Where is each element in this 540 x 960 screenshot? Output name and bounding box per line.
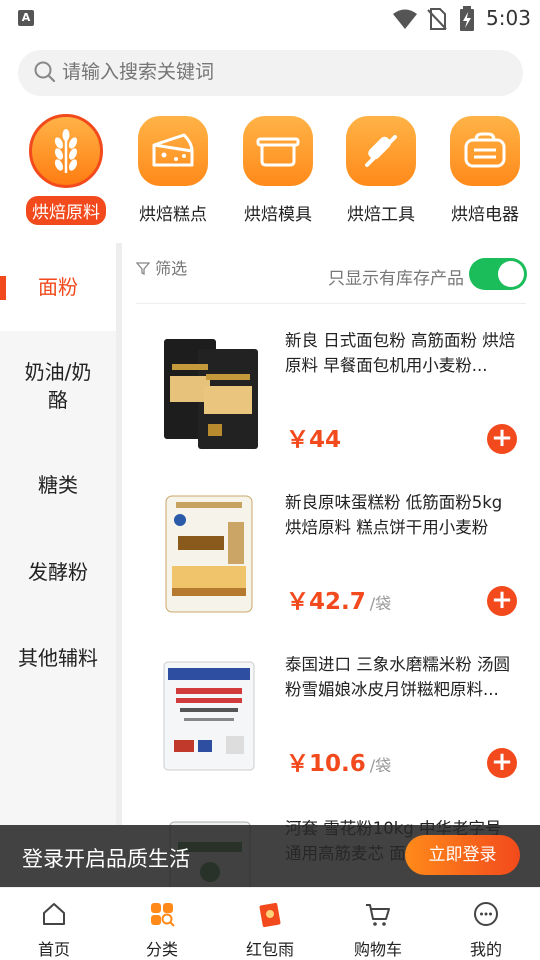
nav-label: 红包雨 <box>245 940 294 959</box>
mold-icon <box>243 116 313 186</box>
sidebar-item-label: 其他辅料 <box>18 646 98 670</box>
category-icon <box>151 903 175 927</box>
product-price: ￥44 <box>286 427 342 453</box>
divider <box>136 303 526 304</box>
rolling-pin-icon <box>346 116 416 186</box>
category-baking-molds[interactable]: 烘焙模具 <box>226 110 330 227</box>
nav-home[interactable]: 首页 <box>0 888 108 960</box>
login-button[interactable]: 立即登录 <box>405 835 520 875</box>
sidebar-item-yeast[interactable]: 发酵粉 <box>0 529 116 615</box>
category-label: 烘焙糕点 <box>139 205 207 225</box>
stock-only-toggle[interactable] <box>469 258 527 290</box>
search-icon <box>34 61 56 83</box>
status-time: 5:03 <box>486 6 531 30</box>
bottom-nav: 首页 分类 红包雨 购物车 我的 <box>0 887 540 960</box>
product-price: ￥10.6/袋 <box>286 751 392 777</box>
add-to-cart-button[interactable]: + <box>487 748 517 778</box>
sidebar-item-butter-cheese[interactable]: 奶油/奶酪 <box>0 331 116 441</box>
sidebar-divider <box>116 243 122 825</box>
search-bar[interactable] <box>18 50 523 96</box>
category-label: 烘焙工具 <box>347 205 415 225</box>
wheat-icon <box>29 114 103 188</box>
product-image-rice-flour <box>163 661 255 771</box>
product-price: ￥42.7/袋 <box>286 589 392 615</box>
login-banner: 登录开启品质生活 立即登录 <box>0 825 540 887</box>
product-title: 泰国进口 三象水磨糯米粉 汤圆粉雪媚娘冰皮月饼糍粑原料... <box>285 655 510 699</box>
category-baking-tools[interactable]: 烘焙工具 <box>329 110 433 227</box>
wifi-icon <box>393 9 417 29</box>
no-sim-icon <box>427 8 447 30</box>
sidebar-item-label: 糖类 <box>38 473 78 497</box>
product-title: 新良原味蛋糕粉 低筋面粉5kg 烘焙原料 糕点饼干用小麦粉 <box>285 493 503 537</box>
sidebar-item-label: 发酵粉 <box>28 560 88 584</box>
red-envelope-icon <box>259 902 281 928</box>
sidebar-item-label: 面粉 <box>38 275 78 299</box>
login-banner-text: 登录开启品质生活 <box>22 847 190 871</box>
sidebar-item-label: 奶油/奶酪 <box>24 360 92 412</box>
filter-icon <box>135 262 151 276</box>
product-card[interactable]: 新良原味蛋糕粉 低筋面粉5kg 烘焙原料 糕点饼干用小麦粉 ￥42.7/袋 + <box>136 470 526 630</box>
nav-category[interactable]: 分类 <box>108 888 216 960</box>
product-card[interactable]: 泰国进口 三象水磨糯米粉 汤圆粉雪媚娘冰皮月饼糍粑原料... ￥10.6/袋 + <box>136 632 526 792</box>
nav-label: 分类 <box>145 940 178 959</box>
status-bar: A 5:03 <box>0 0 540 38</box>
profile-icon <box>474 902 498 926</box>
battery-charging-icon <box>460 6 474 31</box>
nav-label: 首页 <box>37 940 70 959</box>
category-label: 烘焙原料 <box>26 196 106 225</box>
add-to-cart-button[interactable]: + <box>487 424 517 454</box>
filter-label: 筛选 <box>155 259 188 278</box>
subcategory-sidebar: 面粉 奶油/奶酪 糖类 发酵粉 其他辅料 <box>0 243 116 825</box>
product-image-cake-flour <box>165 495 253 613</box>
nav-profile[interactable]: 我的 <box>432 888 540 960</box>
product-card[interactable]: 新良 日式面包粉 高筋面粉 烘焙原料 早餐面包机用小麦粉... ￥44 + <box>136 308 526 468</box>
nav-label: 购物车 <box>353 940 402 959</box>
sidebar-item-flour[interactable]: 面粉 <box>0 243 116 331</box>
sidebar-item-sugar[interactable]: 糖类 <box>0 441 116 529</box>
category-baking-pastry[interactable]: 烘焙糕点 <box>121 110 225 227</box>
category-label: 烘焙模具 <box>244 205 312 225</box>
stock-only-label: 只显示有库存产品 <box>328 269 464 289</box>
cart-icon <box>366 904 390 926</box>
category-label: 烘焙电器 <box>451 205 519 225</box>
category-baking-appliances[interactable]: 烘焙电器 <box>433 110 537 227</box>
product-image-bread-flour <box>164 339 258 449</box>
category-baking-ingredients[interactable]: 烘焙原料 <box>14 110 118 225</box>
product-unit: /袋 <box>369 756 392 775</box>
add-to-cart-button[interactable]: + <box>487 586 517 616</box>
nav-red-envelope[interactable]: 红包雨 <box>216 888 324 960</box>
notification-icon: A <box>18 10 34 26</box>
sidebar-item-other[interactable]: 其他辅料 <box>0 615 116 701</box>
nav-cart[interactable]: 购物车 <box>324 888 432 960</box>
filter-button[interactable]: 筛选 <box>135 255 188 279</box>
product-unit: /袋 <box>369 594 392 613</box>
toaster-icon <box>450 116 520 186</box>
active-indicator <box>0 276 6 300</box>
toggle-knob <box>498 261 524 287</box>
nav-label: 我的 <box>469 940 502 959</box>
cake-icon <box>138 116 208 186</box>
category-row: 烘焙原料 烘焙糕点 烘焙模具 烘焙工具 烘焙电器 <box>0 110 540 228</box>
search-input[interactable] <box>62 50 482 96</box>
home-icon <box>43 903 65 925</box>
product-title: 新良 日式面包粉 高筋面粉 烘焙原料 早餐面包机用小麦粉... <box>285 331 516 375</box>
